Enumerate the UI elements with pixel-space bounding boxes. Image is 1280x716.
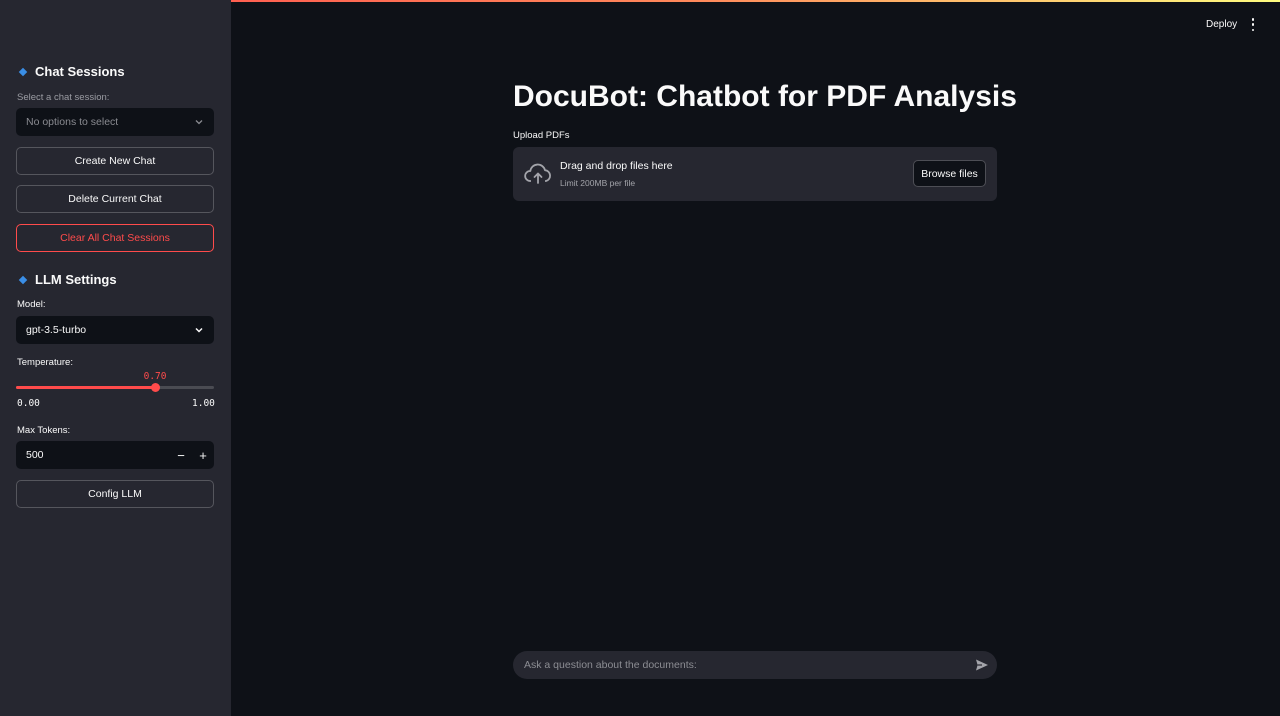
clear-all-chat-sessions-button[interactable]: Clear All Chat Sessions (16, 224, 214, 252)
model-label: Model: (17, 299, 46, 310)
dropzone-instructions: Drag and drop files here (560, 160, 673, 172)
file-dropzone[interactable]: Drag and drop files here Limit 200MB per… (513, 147, 997, 201)
temperature-slider[interactable] (16, 383, 214, 392)
delete-current-chat-button[interactable]: Delete Current Chat (16, 185, 214, 213)
temperature-slider-thumb[interactable] (150, 383, 160, 392)
deploy-button[interactable]: Deploy (1206, 19, 1237, 30)
chat-sessions-heading-text: Chat Sessions (35, 64, 125, 79)
max-tokens-label: Max Tokens: (17, 425, 71, 436)
chat-session-select-label: Select a chat session: (17, 92, 110, 103)
diamond-icon (18, 275, 28, 284)
temperature-value: 0.70 (143, 371, 167, 382)
temperature-min: 0.00 (17, 398, 40, 409)
diamond-icon (18, 67, 28, 76)
create-new-chat-button[interactable]: Create New Chat (16, 147, 214, 175)
model-select[interactable]: gpt-3.5-turbo (16, 316, 214, 344)
upload-label: Upload PDFs (513, 130, 570, 141)
chat-input[interactable]: Ask a question about the documents: (513, 651, 997, 679)
max-tokens-input[interactable]: 500 (26, 449, 44, 461)
temperature-max: 1.00 (192, 398, 215, 409)
llm-settings-heading: LLM Settings (18, 272, 117, 287)
chevron-down-icon (195, 327, 203, 333)
page-title: DocuBot: Chatbot for PDF Analysis (513, 80, 1017, 113)
llm-settings-heading-text: LLM Settings (35, 272, 117, 287)
cloud-upload-icon (524, 163, 551, 184)
temperature-label: Temperature: (17, 357, 73, 368)
model-select-value: gpt-3.5-turbo (26, 324, 87, 336)
temperature-slider-fill (16, 386, 155, 389)
chat-session-select-value: No options to select (26, 116, 119, 128)
config-llm-button[interactable]: Config LLM (16, 480, 214, 508)
chat-input-placeholder: Ask a question about the documents: (524, 659, 697, 671)
decrement-button[interactable]: − (171, 445, 191, 465)
chat-sessions-heading: Chat Sessions (18, 64, 125, 79)
max-tokens-stepper: 500 − + (16, 441, 214, 469)
chat-session-select[interactable]: No options to select (16, 108, 214, 136)
browse-files-button[interactable]: Browse files (913, 160, 986, 187)
dropzone-limit: Limit 200MB per file (560, 178, 636, 188)
kebab-menu-icon[interactable] (1251, 18, 1255, 31)
send-icon[interactable] (975, 658, 989, 672)
increment-button[interactable]: + (193, 445, 213, 465)
chevron-down-icon (195, 120, 203, 125)
sidebar: Chat Sessions Select a chat session: No … (0, 0, 231, 716)
